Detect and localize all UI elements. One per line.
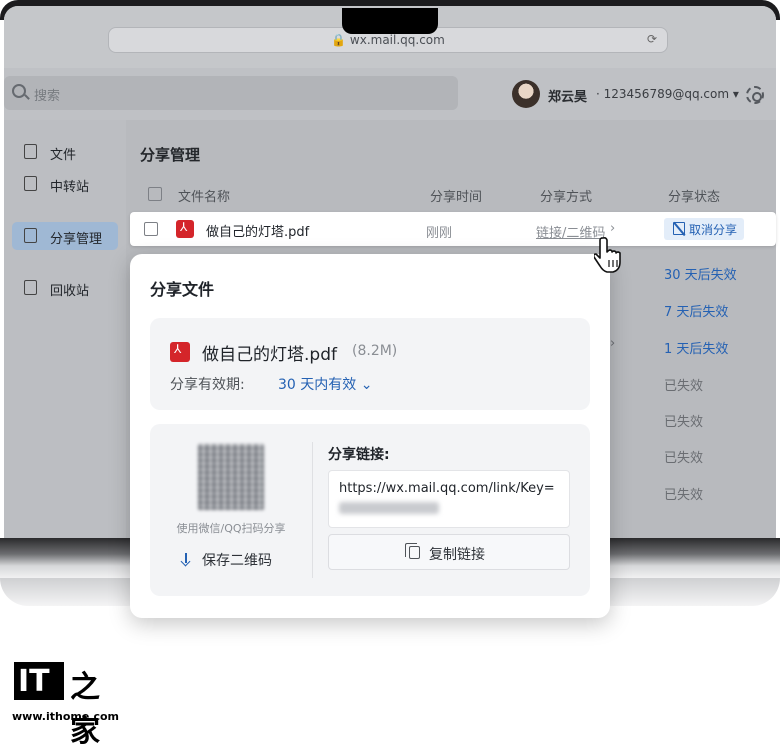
status-badge: 已失效 [664, 379, 704, 394]
expiry-label: 分享有效期: [170, 377, 245, 393]
column-header-time: 分享时间 [430, 190, 483, 205]
sidebar-item-label: 文件 [50, 148, 77, 163]
expiry-dropdown[interactable]: 30 天内有效 ⌄ [278, 374, 372, 394]
status-badge: 已失效 [664, 451, 704, 466]
divider [312, 442, 313, 578]
copy-link-label: 复制链接 [429, 547, 485, 563]
reload-icon[interactable]: ⟳ [647, 32, 657, 46]
file-icon [24, 144, 37, 159]
app-header: 搜索 郑云昊 · 123456789@qq.com ▾ [4, 68, 776, 120]
row-checkbox[interactable] [144, 222, 158, 236]
sidebar-item-share-management[interactable]: 分享管理 [12, 222, 118, 250]
search-input[interactable]: 搜索 [4, 76, 458, 110]
share-link-field[interactable]: https://wx.mail.qq.com/link/Key= [328, 470, 570, 528]
user-email[interactable]: · 123456789@qq.com ▾ [596, 87, 739, 101]
page-title: 分享管理 [140, 146, 201, 164]
url-value: wx.mail.qq.com [349, 33, 445, 47]
site-url: www.ithome.com [12, 710, 120, 723]
chevron-right-icon[interactable]: › [610, 221, 615, 236]
search-placeholder: 搜索 [34, 89, 61, 104]
sidebar: 文件 中转站 分享管理 回收站 [4, 120, 126, 538]
sidebar-item-label: 分享管理 [50, 232, 103, 247]
status-badge: 30 天后失效 [664, 268, 737, 283]
share-file-dialog: 分享文件 做自己的灯塔.pdf (8.2M) 分享有效期: 30 天内有效 ⌄ … [130, 254, 610, 618]
share-options-card: 使用微信/QQ扫码分享 保存二维码 分享链接: https://wx.mail.… [150, 424, 590, 596]
cancel-share-button[interactable]: 取消分享 [664, 218, 744, 240]
share-time: 刚刚 [426, 226, 453, 241]
save-qr-label: 保存二维码 [202, 553, 272, 569]
search-icon [12, 84, 26, 98]
avatar[interactable] [512, 80, 540, 108]
qr-code [198, 444, 264, 510]
logo-it-text: IT [18, 664, 50, 699]
sidebar-item-label: 中转站 [50, 180, 90, 195]
transfer-icon [24, 176, 37, 191]
share-icon [24, 228, 37, 243]
ithome-logo: IT 之家 [14, 662, 118, 749]
file-size: (8.2M) [352, 343, 398, 359]
copy-link-button[interactable]: 复制链接 [328, 534, 570, 570]
copy-icon [405, 543, 420, 559]
sidebar-item-label: 回收站 [50, 284, 90, 299]
camera-notch [342, 8, 438, 34]
dialog-title: 分享文件 [150, 280, 215, 299]
column-header-status: 分享状态 [668, 190, 721, 205]
gear-icon[interactable] [746, 86, 764, 104]
qr-caption: 使用微信/QQ扫码分享 [176, 522, 286, 535]
share-link-text: https://wx.mail.qq.com/link/Key= [339, 481, 555, 496]
sidebar-item-transfer[interactable]: 中转站 [12, 170, 118, 198]
file-name[interactable]: 做自己的灯塔.pdf [206, 221, 309, 240]
status-badge: 1 天后失效 [664, 342, 729, 357]
sidebar-item-trash[interactable]: 回收站 [12, 274, 118, 302]
pdf-icon [176, 220, 194, 238]
chevron-right-icon[interactable]: › [610, 336, 615, 351]
unshare-icon [673, 222, 685, 235]
cancel-share-label: 取消分享 [689, 223, 738, 237]
download-icon [180, 553, 192, 567]
status-badge: 已失效 [664, 415, 704, 430]
file-info-card: 做自己的灯塔.pdf (8.2M) 分享有效期: 30 天内有效 ⌄ [150, 318, 590, 410]
url-text: 🔒 wx.mail.qq.com [331, 33, 445, 47]
logo-it-block: IT [14, 662, 64, 700]
status-badge: 7 天后失效 [664, 305, 729, 320]
table-row-selected[interactable]: 做自己的灯塔.pdf 刚刚 链接/二维码 › 取消分享 [130, 212, 776, 246]
hand-cursor-icon [594, 236, 621, 273]
trash-icon [24, 280, 37, 295]
sidebar-item-files[interactable]: 文件 [12, 138, 118, 166]
pdf-icon [170, 342, 190, 362]
blurred-link-key [339, 502, 439, 514]
link-label: 分享链接: [328, 447, 390, 463]
select-all-checkbox[interactable] [148, 187, 162, 201]
column-header-method: 分享方式 [540, 190, 593, 205]
logo-chinese: 之家 [70, 670, 100, 749]
user-name[interactable]: 郑云昊 [548, 86, 587, 105]
status-badge: 已失效 [664, 488, 704, 503]
column-header-name: 文件名称 [178, 190, 231, 205]
file-name: 做自己的灯塔.pdf [202, 345, 337, 365]
